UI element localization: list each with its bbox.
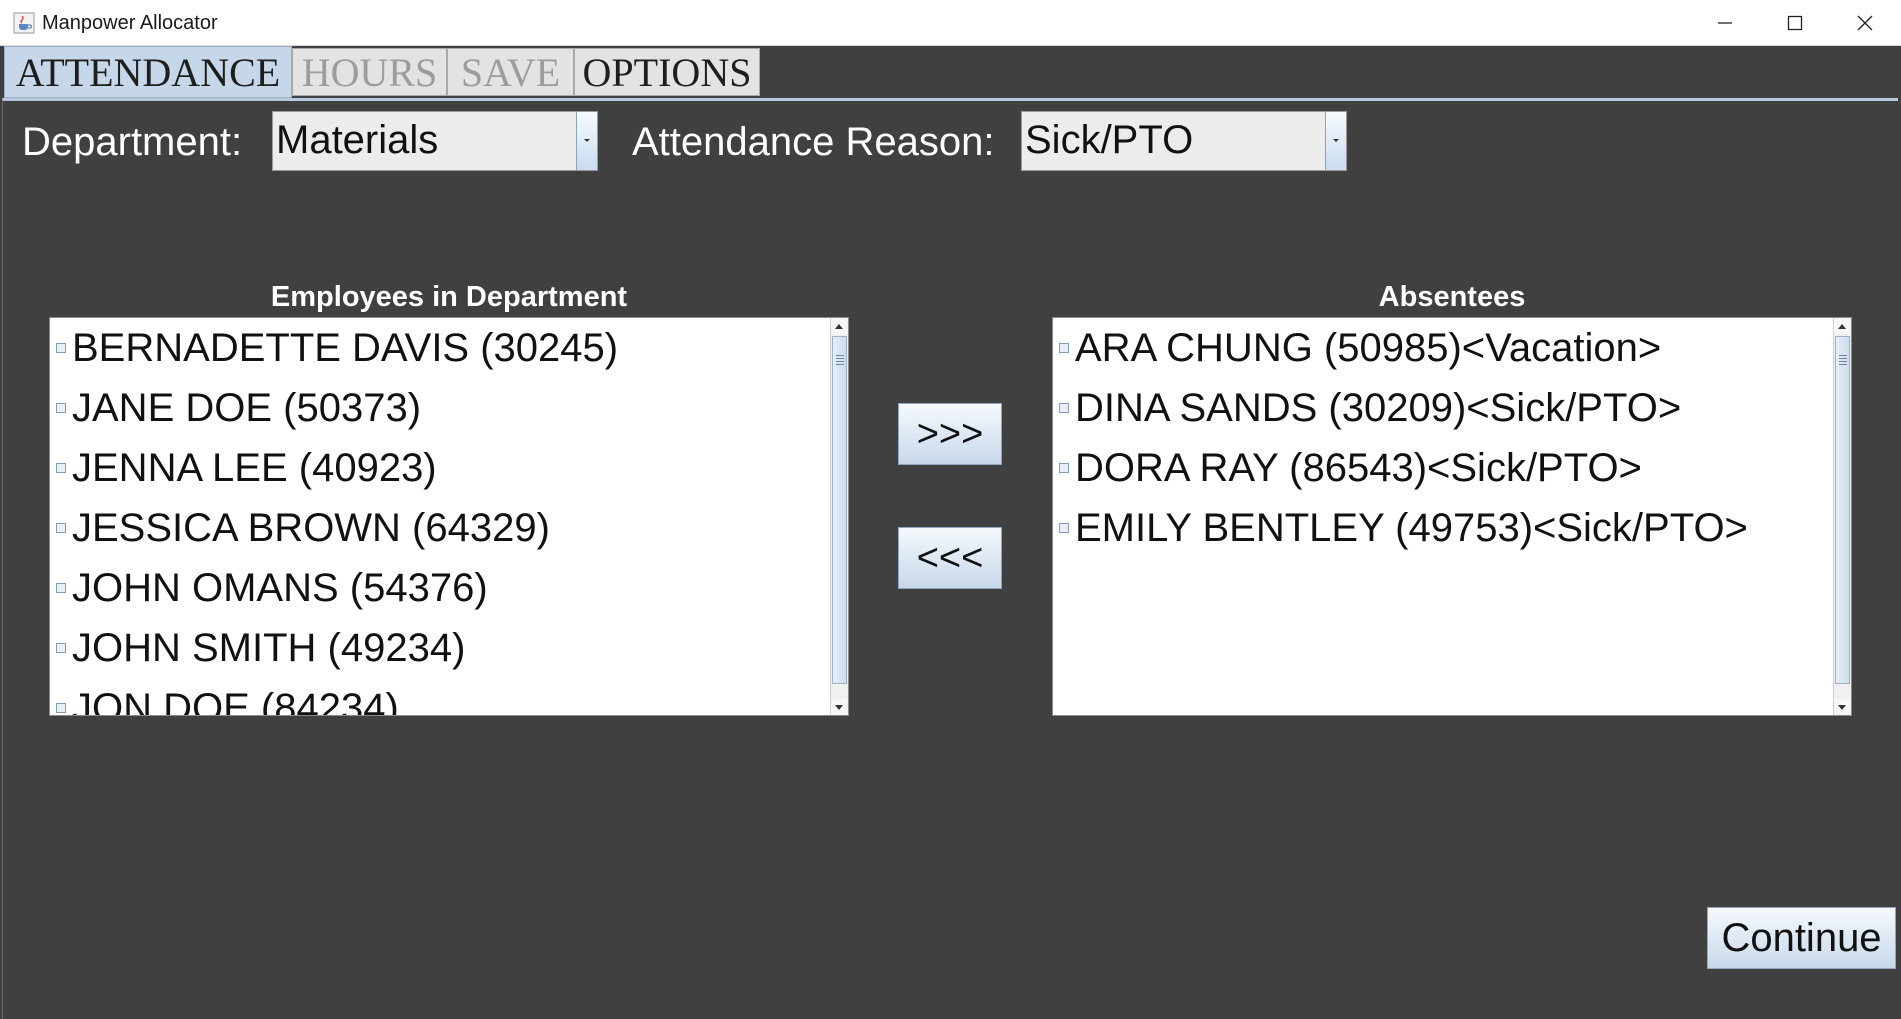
minimize-icon	[1717, 15, 1733, 31]
department-label: Department:	[22, 120, 243, 164]
employees-list-title: Employees in Department	[270, 281, 628, 313]
list-item-label: DINA SANDS (30209)<Sick/PTO>	[1075, 385, 1682, 430]
list-item-label: JON DOE (84234)	[72, 685, 399, 716]
list-item-label: JENNA LEE (40923)	[72, 445, 437, 490]
absentees-scrollbar[interactable]	[1833, 318, 1851, 715]
list-item-label: DORA RAY (86543)<Sick/PTO>	[1075, 445, 1642, 490]
java-cup-icon	[13, 12, 35, 34]
bullet-icon	[56, 523, 66, 533]
employees-list-items: BERNADETTE DAVIS (30245) JANE DOE (50373…	[50, 318, 831, 715]
list-item[interactable]: BERNADETTE DAVIS (30245)	[50, 318, 831, 378]
move-to-absentees-button[interactable]: >>>	[898, 403, 1002, 465]
list-item-label: JOHN OMANS (54376)	[72, 565, 488, 610]
tab-save[interactable]: SAVE	[447, 48, 574, 96]
list-item-label: EMILY BENTLEY (49753)<Sick/PTO>	[1075, 505, 1748, 550]
absentees-list[interactable]: ARA CHUNG (50985)<Vacation> DINA SANDS (…	[1052, 317, 1852, 716]
list-item[interactable]: JOHN OMANS (54376)	[50, 558, 831, 618]
grip-line	[1839, 364, 1847, 365]
employees-list[interactable]: BERNADETTE DAVIS (30245) JANE DOE (50373…	[49, 317, 849, 716]
department-select[interactable]: Materials	[272, 111, 598, 171]
close-button[interactable]	[1830, 0, 1900, 45]
maximize-button[interactable]	[1760, 0, 1830, 45]
department-value: Materials	[276, 118, 439, 162]
tab-attendance[interactable]: ATTENDANCE	[4, 46, 292, 98]
attendance-reason-select[interactable]: Sick/PTO	[1021, 111, 1347, 171]
list-item[interactable]: ARA CHUNG (50985)<Vacation>	[1053, 318, 1834, 378]
bullet-icon	[56, 583, 66, 593]
tab-strip: ATTENDANCE HOURS SAVE OPTIONS	[0, 46, 1901, 98]
window-titlebar: Manpower Allocator	[0, 0, 1901, 46]
scroll-down-icon[interactable]	[831, 699, 847, 715]
grip-line	[1839, 358, 1847, 359]
grip-line	[836, 358, 844, 359]
bullet-icon	[56, 403, 66, 413]
bullet-icon	[56, 643, 66, 653]
absentees-list-items: ARA CHUNG (50985)<Vacation> DINA SANDS (…	[1053, 318, 1834, 715]
chevron-down-icon[interactable]	[576, 112, 597, 170]
list-item[interactable]: DINA SANDS (30209)<Sick/PTO>	[1053, 378, 1834, 438]
bullet-icon	[1059, 403, 1069, 413]
list-item-label: ARA CHUNG (50985)<Vacation>	[1075, 325, 1662, 370]
maximize-icon	[1787, 15, 1803, 31]
bullet-icon	[56, 343, 66, 353]
grip-line	[836, 355, 844, 356]
list-item-label: JANE DOE (50373)	[72, 385, 422, 430]
tab-hours[interactable]: HOURS	[292, 48, 447, 96]
list-item[interactable]: JON DOE (84234)	[50, 678, 831, 715]
chevron-down-icon[interactable]	[1325, 112, 1346, 170]
employees-scrollbar[interactable]	[830, 318, 848, 715]
scroll-thumb[interactable]	[1835, 336, 1850, 684]
bullet-icon	[56, 703, 66, 713]
bullet-icon	[1059, 523, 1069, 533]
bullet-icon	[56, 463, 66, 473]
grip-line	[836, 364, 844, 365]
scroll-down-icon[interactable]	[1834, 699, 1850, 715]
list-item[interactable]: JANE DOE (50373)	[50, 378, 831, 438]
list-item-label: JESSICA BROWN (64329)	[72, 505, 550, 550]
list-item[interactable]: EMILY BENTLEY (49753)<Sick/PTO>	[1053, 498, 1834, 558]
window-title: Manpower Allocator	[42, 12, 218, 34]
scroll-up-icon[interactable]	[1834, 318, 1850, 334]
attendance-reason-value: Sick/PTO	[1025, 118, 1194, 162]
bullet-icon	[1059, 463, 1069, 473]
minimize-button[interactable]	[1690, 0, 1760, 45]
list-item[interactable]: JOHN SMITH (49234)	[50, 618, 831, 678]
attendance-reason-label: Attendance Reason:	[632, 120, 995, 164]
list-item-label: BERNADETTE DAVIS (30245)	[72, 325, 619, 370]
list-item-label: JOHN SMITH (49234)	[72, 625, 466, 670]
close-icon	[1857, 15, 1873, 31]
continue-button[interactable]: Continue	[1707, 907, 1896, 969]
scroll-up-icon[interactable]	[831, 318, 847, 334]
grip-line	[1839, 361, 1847, 362]
move-to-employees-button[interactable]: <<<	[898, 527, 1002, 589]
list-item[interactable]: JESSICA BROWN (64329)	[50, 498, 831, 558]
list-item[interactable]: DORA RAY (86543)<Sick/PTO>	[1053, 438, 1834, 498]
bullet-icon	[1059, 343, 1069, 353]
absentees-list-title: Absentees	[1378, 281, 1526, 313]
scroll-thumb[interactable]	[832, 336, 847, 684]
grip-line	[836, 361, 844, 362]
tab-options[interactable]: OPTIONS	[574, 48, 760, 96]
grip-line	[1839, 355, 1847, 356]
list-item[interactable]: JENNA LEE (40923)	[50, 438, 831, 498]
